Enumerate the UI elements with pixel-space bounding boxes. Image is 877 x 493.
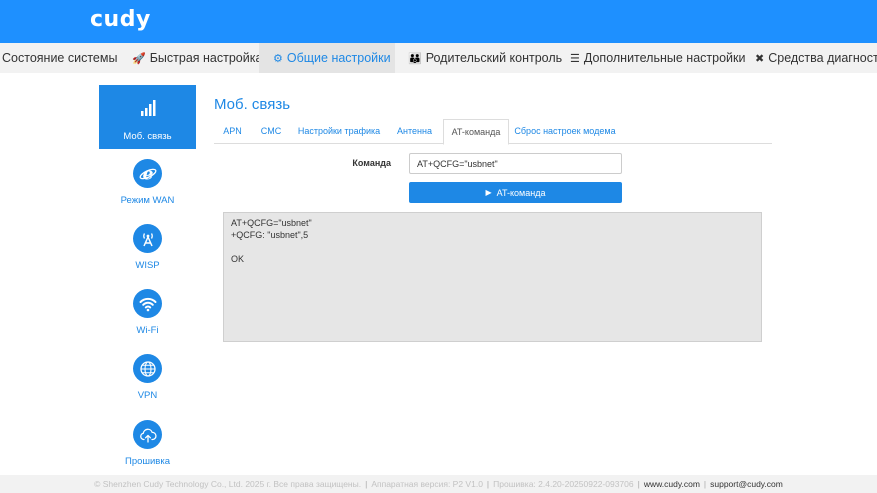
- command-label: Команда: [352, 158, 391, 168]
- footer-separator: |: [703, 479, 707, 489]
- tools-icon: ✖: [755, 53, 765, 65]
- footer: © Shenzhen Cudy Technology Co., Ltd. 202…: [0, 475, 877, 493]
- command-input[interactable]: [409, 153, 622, 174]
- nav-item-label: Быстрая настройка: [149, 51, 263, 65]
- tab-label: СМС: [260, 126, 282, 136]
- footer-hardware-version: Аппаратная версия: P2 V1.0: [371, 479, 483, 489]
- tab-apn[interactable]: APN: [214, 119, 251, 144]
- nav-item-general-settings[interactable]: ⚙ Общие настройки: [259, 43, 395, 73]
- tab-sms[interactable]: СМС: [251, 119, 291, 144]
- tab-label: AT-команда: [451, 127, 501, 137]
- wifi-icon: [133, 289, 162, 318]
- footer-copyright: © Shenzhen Cudy Technology Co., Ltd. 202…: [94, 479, 362, 489]
- nav-item-label: Дополнительные настройки: [583, 51, 746, 65]
- internet-explorer-icon: e: [133, 159, 162, 188]
- gear-icon: ⚙: [273, 53, 283, 65]
- output-line: +QCFG: "usbnet",5: [231, 230, 309, 240]
- sidebar-item-label: Прошивка: [124, 456, 171, 467]
- nav-item-label: Общие настройки: [286, 51, 391, 65]
- globe-icon: [133, 354, 162, 383]
- tab-bar: APN СМС Настройки трафика Антенна AT-ком…: [214, 119, 772, 145]
- tab-at-command[interactable]: AT-команда: [443, 119, 509, 145]
- tab-modem-reset[interactable]: Сброс настроек модема: [509, 119, 621, 144]
- sidebar-item-label: Режим WAN: [120, 195, 175, 206]
- output-line: OK: [231, 254, 245, 264]
- family-icon: 👪: [408, 53, 422, 65]
- footer-separator: |: [365, 479, 368, 489]
- tab-antenna[interactable]: Антенна: [387, 119, 442, 144]
- sidebar-item-label: WISP: [135, 260, 160, 271]
- svg-text:e: e: [142, 165, 153, 183]
- tab-label: Настройки трафика: [297, 126, 381, 136]
- footer-website-link[interactable]: www.cudy.com: [644, 479, 700, 489]
- main-nav: Состояние системы 🚀 Быстрая настройка ⚙ Об…: [0, 43, 877, 73]
- tab-label: APN: [223, 126, 242, 136]
- rocket-icon: 🚀: [132, 53, 146, 65]
- sidebar-item-label: VPN: [137, 390, 158, 401]
- footer-separator: |: [486, 479, 490, 489]
- command-output: AT+QCFG="usbnet" +QCFG: "usbnet",5 OK: [223, 212, 762, 342]
- cloud-upload-icon: [133, 420, 162, 449]
- top-bar: cudy: [0, 0, 877, 43]
- nav-item-quick-setup[interactable]: 🚀 Быстрая настройка: [132, 43, 262, 73]
- brand-logo[interactable]: cudy: [90, 7, 151, 32]
- sidebar-item-label: Моб. связь: [123, 131, 172, 142]
- nav-item-system-status[interactable]: Состояние системы: [2, 43, 117, 73]
- tab-traffic-settings[interactable]: Настройки трафика: [291, 119, 387, 144]
- footer-firmware-version: Прошивка: 2.4.20-20250922-093706: [493, 479, 634, 489]
- footer-separator: |: [637, 479, 640, 489]
- sidebar-item-label: Wi-Fi: [136, 325, 159, 336]
- send-at-command-button[interactable]: ▶ AT-команда: [409, 182, 622, 203]
- play-icon: ▶: [485, 188, 492, 197]
- tab-label: Сброс настроек модема: [514, 126, 616, 136]
- button-label: AT-команда: [496, 187, 546, 198]
- nav-item-advanced-settings[interactable]: ☰ Дополнительные настройки: [570, 43, 745, 73]
- nav-item-label: Средства диагностики: [768, 51, 877, 65]
- signal-bars-icon: [141, 100, 156, 116]
- sidebar-item-mobile[interactable]: Моб. связь: [99, 85, 196, 149]
- nav-item-label: Родительский контроль: [425, 51, 563, 65]
- page-title: Моб. связь: [214, 96, 291, 113]
- footer-support-email-link[interactable]: support@cudy.com: [710, 479, 783, 489]
- tab-label: Антенна: [397, 126, 432, 136]
- nav-item-parental-control[interactable]: 👪 Родительский контроль: [408, 43, 562, 73]
- antenna-icon: [133, 224, 162, 253]
- nav-item-diagnostics[interactable]: ✖Средства диагностики: [755, 43, 877, 73]
- output-line: AT+QCFG="usbnet": [231, 218, 312, 228]
- sliders-icon: ☰: [570, 53, 580, 65]
- nav-item-label: Состояние системы: [2, 51, 118, 65]
